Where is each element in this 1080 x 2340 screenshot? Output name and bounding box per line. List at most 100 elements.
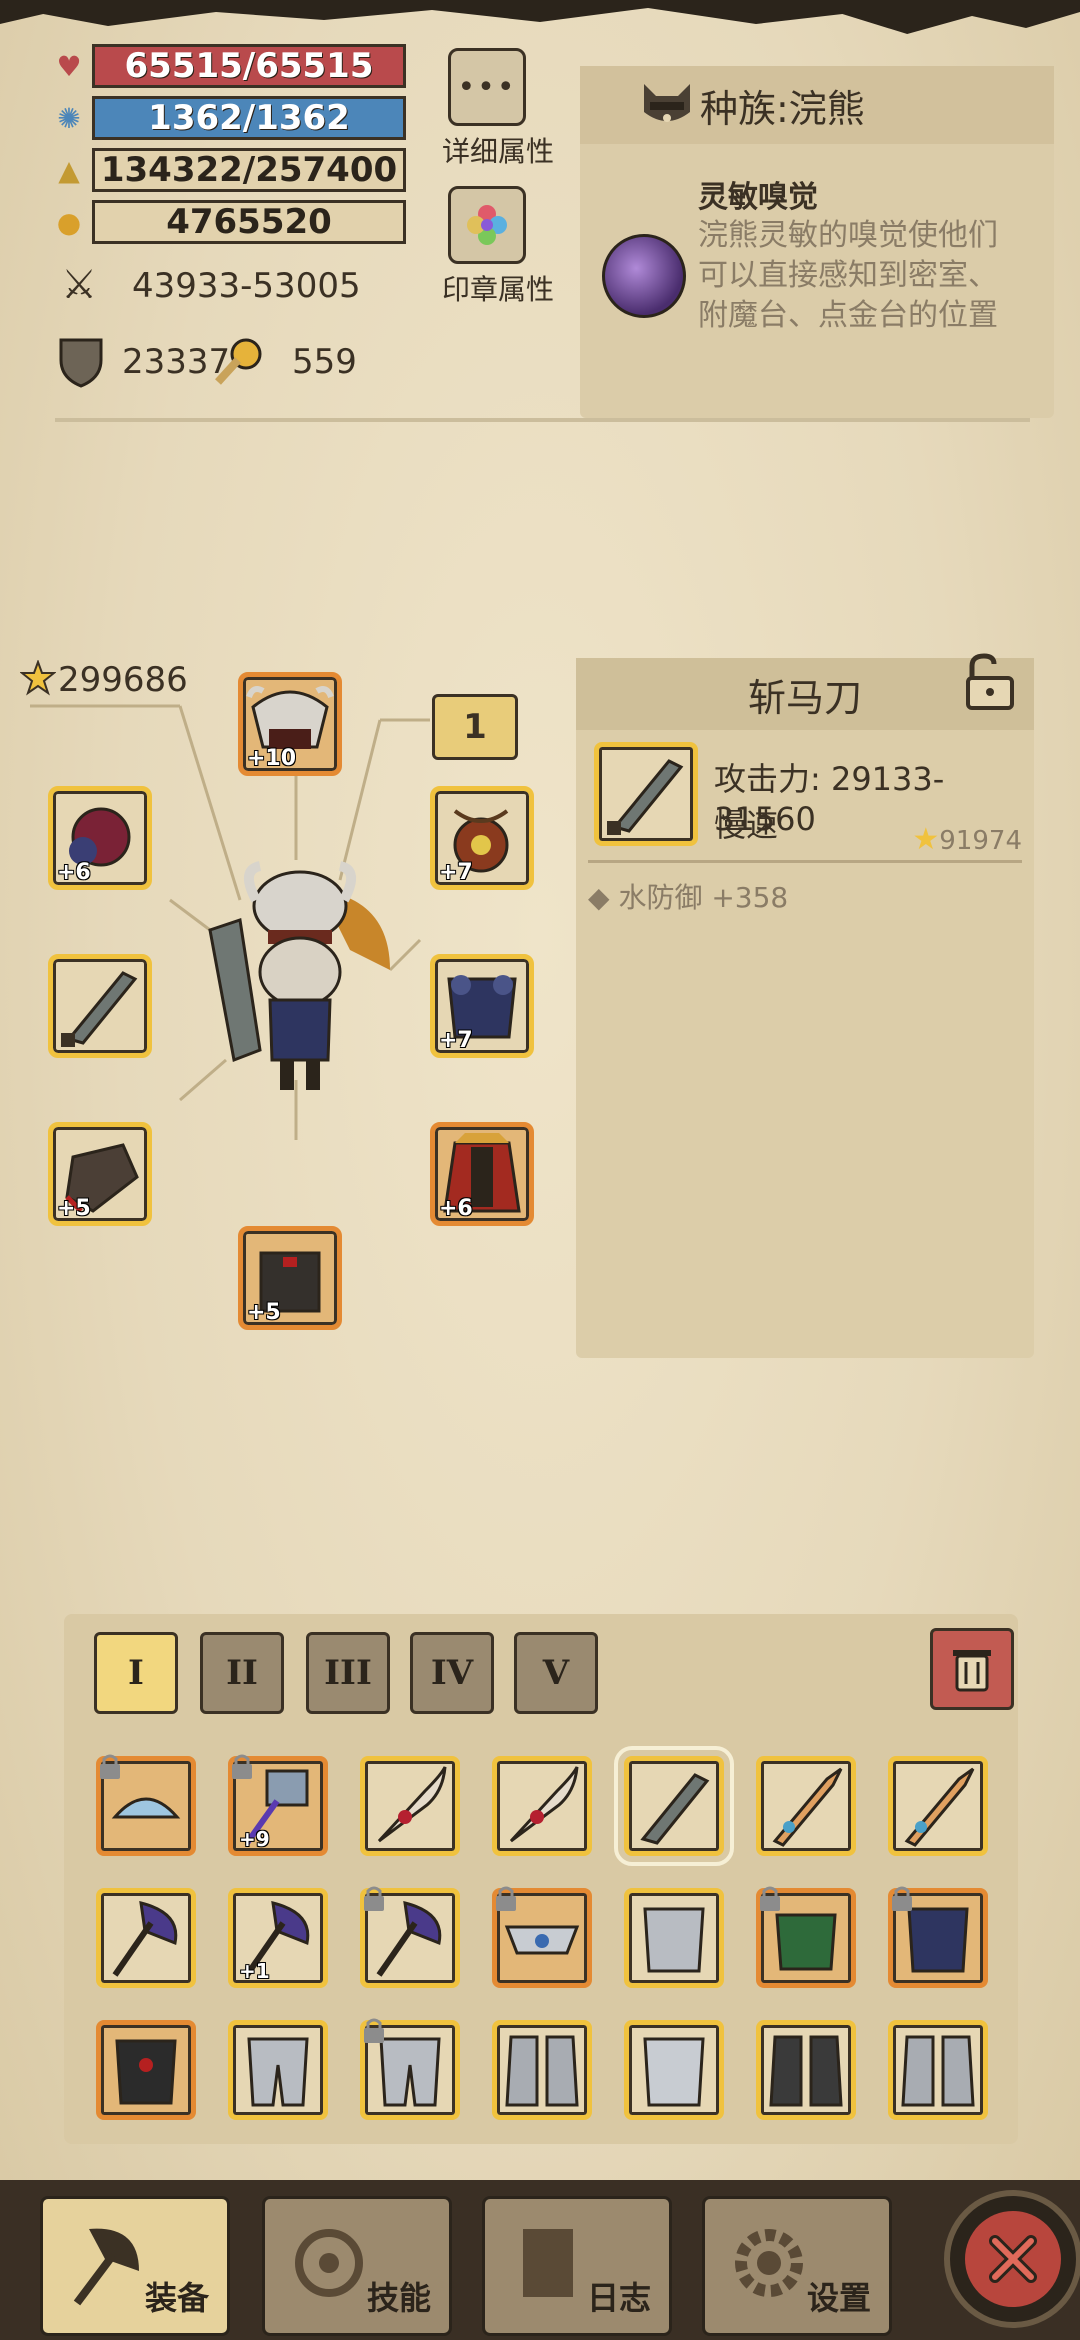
swords-icon: ⚔ bbox=[61, 262, 97, 308]
horn-dagger-icon bbox=[377, 1766, 447, 1843]
inventory-item[interactable] bbox=[888, 1756, 988, 1856]
perk-icon bbox=[602, 234, 686, 318]
inventory-item[interactable] bbox=[360, 1886, 460, 1988]
weapon-slot[interactable] bbox=[48, 954, 152, 1058]
star-icon: ★ bbox=[912, 822, 940, 857]
lock-icon bbox=[364, 2018, 384, 2043]
inventory-item[interactable]: +9 bbox=[228, 1754, 328, 1856]
gold-bar: 4765520 bbox=[92, 200, 406, 244]
item-icon-slot bbox=[594, 742, 698, 846]
boots-slot[interactable]: +5 bbox=[238, 1226, 342, 1330]
mp-bar: 1362/1362 bbox=[92, 96, 406, 140]
inventory-item[interactable] bbox=[96, 1754, 196, 1856]
inventory-item[interactable] bbox=[756, 1886, 856, 1988]
trash-icon bbox=[953, 1650, 991, 1692]
item-score: ★91974 bbox=[912, 822, 1022, 857]
gloves-level: +5 bbox=[57, 1196, 91, 1221]
mp-row: ✺ 1362/1362 bbox=[52, 96, 406, 140]
amulet-slot[interactable]: +6 bbox=[48, 786, 152, 890]
inventory-item[interactable]: +1 bbox=[228, 1888, 328, 1988]
detail-attributes-button[interactable]: ••• 详细属性 bbox=[442, 48, 554, 170]
inventory-item[interactable] bbox=[492, 2020, 592, 2120]
close-icon bbox=[965, 2211, 1061, 2307]
inventory-item[interactable] bbox=[492, 1886, 592, 1988]
lock-icon bbox=[232, 1754, 252, 1779]
inventory-item[interactable] bbox=[360, 1756, 460, 1856]
boots-icon bbox=[901, 2035, 975, 2107]
inventory-item[interactable] bbox=[228, 2020, 328, 2120]
nav-settings-button[interactable]: 设置 bbox=[702, 2196, 892, 2336]
chest-slot[interactable]: +7 bbox=[430, 954, 534, 1058]
item-name: 斩马刀 bbox=[747, 675, 862, 720]
axe-icon bbox=[73, 2228, 139, 2306]
cleaver-sword-icon bbox=[61, 971, 138, 1047]
shield-icon bbox=[58, 336, 104, 388]
gloves-slot[interactable]: +5 bbox=[48, 1122, 152, 1226]
nav-equipment-button[interactable]: 装备 bbox=[40, 2196, 230, 2336]
inventory-item[interactable] bbox=[360, 2018, 460, 2120]
item-level: +1 bbox=[239, 1959, 270, 1983]
nav-log-label: 日志 bbox=[586, 2279, 651, 2317]
item-attribute: ◆ 水防御 +358 bbox=[588, 876, 788, 916]
more-icon: ••• bbox=[448, 48, 526, 126]
seal-attributes-button[interactable]: 印章属性 bbox=[442, 186, 554, 308]
amulet-level: +6 bbox=[57, 860, 91, 885]
nav-skills-label: 技能 bbox=[366, 2279, 431, 2317]
helmet-level: +10 bbox=[247, 746, 297, 771]
inventory-item[interactable] bbox=[756, 1756, 856, 1856]
nav-skills-button[interactable]: 技能 bbox=[262, 2196, 452, 2336]
cape-level: +6 bbox=[439, 1196, 473, 1221]
unlock-icon[interactable] bbox=[960, 652, 1016, 712]
xp-row: ▲ 134322/257400 bbox=[52, 148, 406, 192]
lock-icon bbox=[760, 1886, 780, 1911]
attack-value: 43933-53005 bbox=[132, 266, 361, 306]
inventory-tab-5[interactable]: V bbox=[514, 1632, 598, 1714]
chest-armor-icon bbox=[643, 1907, 705, 1973]
xp-bar: 134322/257400 bbox=[92, 148, 406, 192]
inventory-item[interactable] bbox=[624, 1888, 724, 1988]
lock-icon bbox=[100, 1754, 120, 1779]
lock-icon bbox=[892, 1886, 912, 1911]
inventory-item[interactable] bbox=[888, 2020, 988, 2120]
hp-bar: 65515/65515 bbox=[92, 44, 406, 88]
dark-armor-icon bbox=[115, 2039, 177, 2105]
inventory-item[interactable] bbox=[756, 2020, 856, 2120]
inventory-tab-2[interactable]: II bbox=[200, 1632, 284, 1714]
inventory-tab-4[interactable]: IV bbox=[410, 1632, 494, 1714]
helmet-slot[interactable]: +10 bbox=[238, 672, 342, 776]
inventory-item[interactable] bbox=[492, 1756, 592, 1856]
gold-row: ● 4765520 bbox=[52, 200, 406, 244]
cleaver-sword-icon bbox=[640, 1773, 710, 1845]
heart-icon: ♥ bbox=[56, 49, 82, 83]
cape-slot[interactable]: +6 bbox=[430, 1122, 534, 1226]
journal-icon bbox=[523, 2229, 573, 2297]
inventory-item[interactable] bbox=[96, 2020, 196, 2120]
race-title: 种族:浣熊 bbox=[700, 86, 865, 131]
gear-icon bbox=[735, 2229, 803, 2297]
plate-armor-icon bbox=[643, 2037, 705, 2107]
boot-speed-icon bbox=[212, 336, 264, 388]
necklace-level: +7 bbox=[439, 860, 473, 885]
lock-icon bbox=[364, 1886, 384, 1911]
inventory-item[interactable] bbox=[888, 1886, 988, 1988]
item-detail-panel: 斩马刀 攻击力: 29133-31560 慢速 ★91974 ◆ 水防御 +35… bbox=[576, 653, 1034, 1358]
axe-icon bbox=[112, 1901, 178, 1977]
hp-row: ♥ 65515/65515 bbox=[52, 44, 406, 88]
inventory-item[interactable] bbox=[624, 2020, 724, 2120]
gold-icon: ● bbox=[56, 205, 82, 239]
necklace-slot[interactable]: +7 bbox=[430, 786, 534, 890]
item-score-value: 91974 bbox=[939, 826, 1022, 856]
inventory-item-selected[interactable] bbox=[614, 1746, 734, 1866]
spear-dagger-icon bbox=[904, 1767, 975, 1847]
skill-star-icon bbox=[295, 2229, 363, 2297]
nav-settings-label: 设置 bbox=[806, 2279, 871, 2317]
close-button[interactable] bbox=[944, 2190, 1080, 2328]
nav-log-button[interactable]: 日志 bbox=[482, 2196, 672, 2336]
horn-dagger-icon bbox=[509, 1766, 579, 1843]
inventory-tab-3[interactable]: III bbox=[306, 1632, 390, 1714]
inventory-item[interactable] bbox=[96, 1888, 196, 1988]
trash-button[interactable] bbox=[930, 1628, 1014, 1710]
perk-title: 灵敏嗅觉 bbox=[698, 180, 818, 215]
inventory-tab-1[interactable]: I bbox=[94, 1632, 178, 1714]
dark-boots-icon bbox=[769, 2035, 843, 2107]
